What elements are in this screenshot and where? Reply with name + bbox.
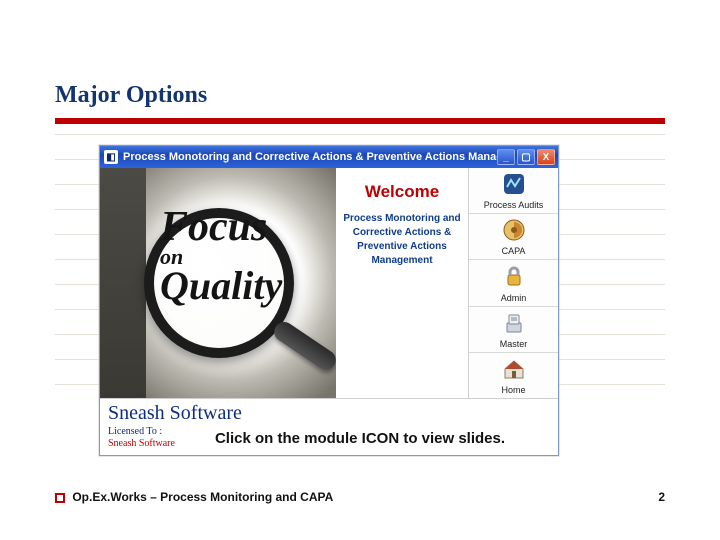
module-master[interactable]: Master [469, 307, 558, 353]
module-label: Master [500, 339, 528, 349]
admin-icon [501, 264, 527, 290]
app-icon: ◧ [104, 150, 118, 164]
home-icon [501, 356, 527, 382]
product-line1: Process Monotoring and [342, 212, 462, 226]
master-icon [501, 310, 527, 336]
brand-name: Sneash Software [108, 403, 550, 423]
close-button[interactable]: X [537, 149, 555, 165]
window-buttons: _ ▢ X [497, 149, 555, 165]
module-admin[interactable]: Admin [469, 260, 558, 306]
module-label: Process Audits [484, 200, 544, 210]
capa-icon [501, 217, 527, 243]
module-label: Admin [501, 293, 527, 303]
footer-bullet-icon [55, 493, 65, 503]
module-label: Home [501, 385, 525, 395]
module-label: CAPA [502, 246, 526, 256]
window-title: Process Monotoring and Corrective Action… [123, 151, 497, 163]
hero-line1: Focus [160, 206, 282, 248]
titlebar: ◧ Process Monotoring and Corrective Acti… [100, 146, 558, 168]
footer-left: Op.Ex.Works – Process Monitoring and CAP… [55, 490, 333, 504]
product-line2: Corrective Actions & Preventive Actions [342, 226, 462, 254]
hero-line3: Quality [160, 266, 282, 306]
product-line3: Management [342, 254, 462, 268]
footer-text: Op.Ex.Works – Process Monitoring and CAP… [72, 490, 333, 504]
client-area: Focus on Quality Welcome Process Monotor… [100, 168, 558, 398]
minimize-button[interactable]: _ [497, 149, 515, 165]
process-audits-icon [501, 171, 527, 197]
slide-title: Major Options [55, 82, 207, 109]
modules-panel: Process Audits CAPA Admin [468, 168, 558, 398]
maximize-button[interactable]: ▢ [517, 149, 535, 165]
slide-footer: Op.Ex.Works – Process Monitoring and CAP… [55, 490, 665, 504]
product-description: Process Monotoring and Corrective Action… [342, 212, 462, 268]
welcome-heading: Welcome [342, 182, 462, 202]
hero-text: Focus on Quality [160, 206, 282, 306]
module-capa[interactable]: CAPA [469, 214, 558, 260]
slide-container: Major Options ◧ Process Monotoring and C… [0, 0, 720, 540]
title-underline [55, 118, 665, 124]
hero-image: Focus on Quality [100, 168, 336, 398]
title-area: Major Options [55, 82, 207, 117]
magnifier-handle-icon [270, 318, 336, 374]
app-window: ◧ Process Monotoring and Corrective Acti… [99, 145, 559, 456]
center-pane: Welcome Process Monotoring and Correctiv… [336, 168, 468, 398]
module-home[interactable]: Home [469, 353, 558, 398]
page-number: 2 [658, 490, 665, 504]
slide-caption: Click on the module ICON to view slides. [0, 430, 720, 447]
module-process-audits[interactable]: Process Audits [469, 168, 558, 214]
